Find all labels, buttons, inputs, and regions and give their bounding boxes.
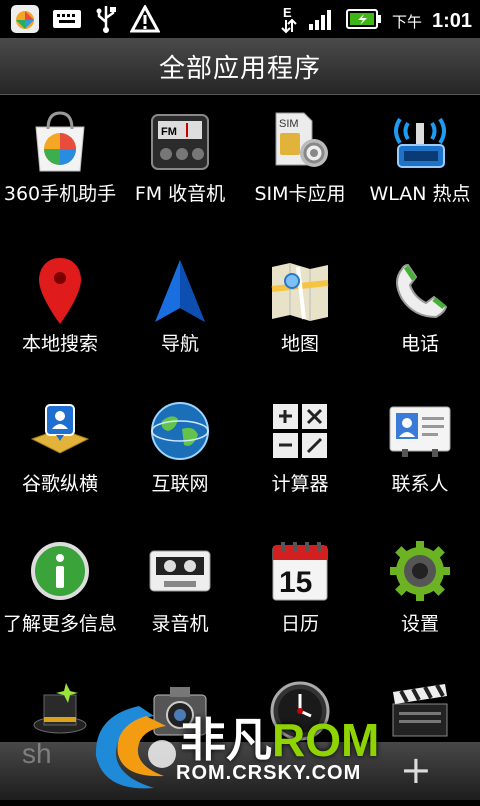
app-label: 电话 bbox=[400, 333, 439, 355]
notification-icons bbox=[10, 3, 161, 38]
corner-logo-text: sh bbox=[22, 738, 52, 769]
cassette-icon bbox=[145, 536, 215, 606]
globe-icon bbox=[145, 396, 215, 466]
watermark-brand: 非凡ROM bbox=[180, 714, 380, 766]
app-label: 计算器 bbox=[271, 473, 329, 495]
app-label: 地图 bbox=[280, 333, 319, 355]
app-wlan-hotspot[interactable]: WLAN 热点 bbox=[360, 96, 480, 236]
app-label: 谷歌纵横 bbox=[21, 473, 98, 495]
contacts-card-icon bbox=[385, 396, 455, 466]
page-title: 全部应用程序 bbox=[158, 53, 321, 84]
app-label: 互联网 bbox=[151, 473, 209, 495]
app-phone[interactable]: 电话 bbox=[360, 246, 480, 386]
battery-charging-icon bbox=[345, 7, 382, 35]
app-grid: 360手机助手 FM FM 收音机 SIM SIM卡应用 WLAN 热点 本地搜… bbox=[0, 96, 480, 800]
app-label: 日历 bbox=[280, 613, 319, 635]
latitude-icon bbox=[25, 396, 95, 466]
title-bar: 全部应用程序 bbox=[0, 38, 480, 95]
app-store-bag-icon bbox=[25, 106, 95, 176]
app-label: 了解更多信息 bbox=[2, 613, 117, 635]
app-label: 本地搜索 bbox=[21, 333, 98, 355]
app-store-icon bbox=[10, 4, 40, 38]
svg-text:SIM: SIM bbox=[279, 118, 299, 130]
app-label: 导航 bbox=[160, 333, 199, 355]
signal-icon bbox=[308, 6, 336, 36]
app-navigation[interactable]: 导航 bbox=[120, 246, 240, 386]
svg-text:FM: FM bbox=[161, 126, 177, 138]
app-sim-toolkit[interactable]: SIM SIM卡应用 bbox=[240, 96, 360, 236]
sim-card-gear-icon: SIM bbox=[265, 106, 335, 176]
navigation-arrow-icon bbox=[145, 256, 215, 326]
app-learn-more[interactable]: 了解更多信息 bbox=[0, 526, 120, 666]
usb-icon bbox=[94, 4, 118, 38]
app-label: SIM卡应用 bbox=[254, 183, 346, 205]
app-label: 录音机 bbox=[151, 613, 209, 635]
phone-icon bbox=[385, 256, 455, 326]
app-fm-radio[interactable]: FM FM 收音机 bbox=[120, 96, 240, 236]
status-bar: E 下午 1:01 bbox=[0, 0, 480, 38]
app-label: 联系人 bbox=[391, 473, 449, 495]
radio-icon: FM bbox=[145, 106, 215, 176]
info-icon bbox=[25, 536, 95, 606]
wifi-hotspot-icon bbox=[385, 106, 455, 176]
system-indicators: E 下午 1:01 bbox=[280, 4, 472, 38]
app-internet[interactable]: 互联网 bbox=[120, 386, 240, 526]
clock-time: 1:01 bbox=[431, 9, 472, 32]
app-360-assistant[interactable]: 360手机助手 bbox=[0, 96, 120, 236]
am-pm-indicator: 下午 bbox=[391, 12, 422, 31]
data-e-icon: E bbox=[280, 4, 298, 38]
svg-text:E: E bbox=[283, 5, 292, 20]
settings-gear-icon bbox=[385, 536, 455, 606]
app-settings[interactable]: 设置 bbox=[360, 526, 480, 666]
app-local-search[interactable]: 本地搜索 bbox=[0, 246, 120, 386]
app-label: 设置 bbox=[400, 613, 439, 635]
app-label: 360手机助手 bbox=[3, 183, 117, 205]
calculator-icon bbox=[265, 396, 335, 466]
app-contacts[interactable]: 联系人 bbox=[360, 386, 480, 526]
app-label: FM 收音机 bbox=[134, 183, 226, 205]
add-button[interactable]: + bbox=[400, 748, 432, 792]
app-maps[interactable]: 地图 bbox=[240, 246, 360, 386]
app-label: WLAN 热点 bbox=[369, 183, 471, 205]
keyboard-icon bbox=[52, 7, 82, 35]
calendar-icon: 15 bbox=[265, 536, 335, 606]
warning-icon bbox=[129, 3, 161, 37]
app-calendar[interactable]: 15 日历 bbox=[240, 526, 360, 666]
app-calculator[interactable]: 计算器 bbox=[240, 386, 360, 526]
app-latitude[interactable]: 谷歌纵横 bbox=[0, 386, 120, 526]
app-voice-recorder[interactable]: 录音机 bbox=[120, 526, 240, 666]
calendar-day-number: 15 bbox=[279, 566, 312, 599]
map-icon bbox=[265, 256, 335, 326]
map-pin-icon bbox=[25, 256, 95, 326]
watermark-url: ROM.CRSKY.COM bbox=[176, 762, 362, 784]
watermark: 非凡ROM ROM.CRSKY.COM bbox=[84, 696, 404, 796]
